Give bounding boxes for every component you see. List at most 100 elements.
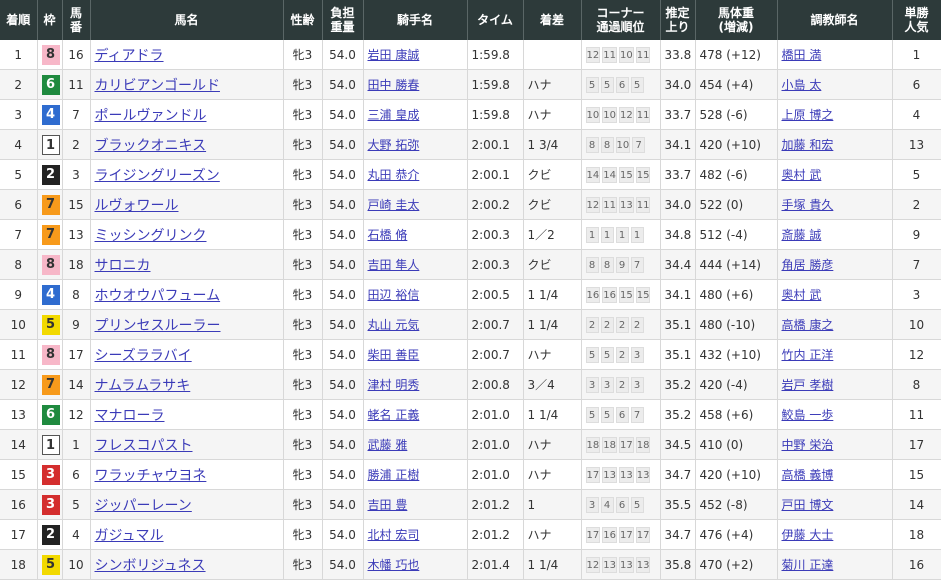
horse-name-link[interactable]: ワラッチャウヨネ [95, 468, 207, 484]
corners-cell: 5565 [581, 69, 661, 100]
time-cell: 2:01.2 [467, 489, 524, 520]
corners-cell: 10 10 12 11 [581, 99, 661, 130]
corner-position: 5 [600, 406, 614, 423]
jockey-name-link[interactable]: 岩田 康誠 [368, 48, 420, 62]
margin-cell: 3／4 [523, 369, 582, 400]
trainer-name-link[interactable]: 奥村 武 [782, 168, 822, 182]
trainer-name-link[interactable]: 斎藤 誠 [782, 228, 822, 242]
corner-position: 10 [585, 106, 601, 123]
last3f-cell: 33.7 [660, 159, 696, 190]
rank-cell: 16 [0, 489, 38, 520]
rank-cell: 12 [0, 369, 38, 400]
trainer-name-link[interactable]: 中野 栄治 [782, 438, 834, 452]
jockey-name-link[interactable]: 吉田 隼人 [368, 258, 420, 272]
jockey-name-link[interactable]: 田辺 裕信 [368, 288, 420, 302]
horse-name-link[interactable]: ルヴォワール [95, 198, 179, 214]
trainer-name-link[interactable]: 戸田 博文 [782, 498, 834, 512]
bodyweight-cell: 444 (+14) [695, 249, 778, 280]
corner-position: 17 [585, 466, 601, 483]
horse-name-link[interactable]: シーズララバイ [95, 348, 192, 364]
corner-position: 2 [630, 316, 644, 333]
jockey-name-link[interactable]: 田中 勝春 [368, 78, 420, 92]
horse-name-link[interactable]: ナムラムラサキ [95, 378, 191, 394]
jockey-name-link[interactable]: 吉田 豊 [368, 498, 408, 512]
jockey-name-link[interactable]: 丸山 元気 [368, 318, 420, 332]
horse-name-link[interactable]: ホウオウパフューム [95, 288, 221, 304]
horse-name-link[interactable]: カリビアンゴールド [95, 78, 220, 94]
trainer-name-link[interactable]: 手塚 貴久 [782, 198, 834, 212]
waku-badge: 7 [41, 194, 60, 215]
trainer-name-link[interactable]: 竹内 正洋 [782, 348, 834, 362]
corner-position: 2 [600, 316, 614, 333]
corner-position: 2 [615, 316, 629, 333]
jockey-name-link[interactable]: 北村 宏司 [368, 528, 420, 542]
horse-name-link[interactable]: フレスコパスト [95, 438, 193, 454]
corner-positions: 17 16 17 17 [585, 526, 653, 543]
umaban-cell: 18 [62, 249, 91, 280]
weight-cell: 54.0 [322, 249, 364, 280]
horse-name-link[interactable]: マナローラ [95, 408, 165, 424]
jockey-name-link[interactable]: 津村 明秀 [368, 378, 420, 392]
trainer-name-link[interactable]: 岩戸 孝樹 [782, 378, 834, 392]
corner-positions: 17 13 13 13 [585, 466, 653, 483]
jockey-name-link[interactable]: 木幡 巧也 [368, 558, 420, 572]
trainer-name-link[interactable]: 菊川 正達 [782, 558, 834, 572]
corners-cell: 12 11 13 11 [581, 189, 661, 220]
popularity-cell: 2 [892, 189, 941, 220]
sexage-cell: 牝3 [283, 129, 323, 160]
jockey-name-link[interactable]: 勝浦 正樹 [368, 468, 420, 482]
rank-cell: 10 [0, 309, 38, 340]
rank-cell: 15 [0, 459, 38, 490]
rank-cell: 2 [0, 69, 38, 100]
horse-name-link[interactable]: ミッシングリンク [95, 228, 207, 244]
horse-name-link[interactable]: ポールヴァンドル [95, 108, 207, 124]
last3f-cell: 35.2 [660, 369, 696, 400]
horse-name-link[interactable]: シンボリジュネス [95, 558, 206, 574]
horse-name-link[interactable]: サロニカ [95, 258, 151, 274]
trainer-cell: 高橋 康之 [777, 309, 893, 340]
horse-name-link[interactable]: プリンセスルーラー [95, 318, 221, 334]
jockey-name-link[interactable]: 丸田 恭介 [368, 168, 420, 182]
corner-position: 13 [618, 556, 634, 573]
corner-position: 1 [630, 226, 644, 243]
jockey-name-link[interactable]: 蛯名 正義 [368, 408, 420, 422]
trainer-name-link[interactable]: 上原 博之 [782, 108, 834, 122]
jockey-name-link[interactable]: 石橋 脩 [368, 228, 408, 242]
corner-positions: 18 18 17 18 [585, 436, 653, 453]
umaban-cell: 10 [62, 549, 91, 580]
bodyweight-cell: 482 (-6) [695, 159, 778, 190]
trainer-name-link[interactable]: 小島 太 [782, 78, 822, 92]
trainer-name-link[interactable]: 角居 勝彦 [782, 258, 834, 272]
trainer-name-link[interactable]: 加藤 和宏 [782, 138, 834, 152]
trainer-name-link[interactable]: 高橋 康之 [782, 318, 834, 332]
last3f-cell: 34.5 [660, 429, 696, 460]
waku-cell: 8 [37, 339, 63, 370]
trainer-name-link[interactable]: 奥村 武 [782, 288, 822, 302]
trainer-name-link[interactable]: 伊藤 大士 [782, 528, 834, 542]
horse-cell: ライジングリーズン [90, 159, 284, 190]
margin-cell: ハナ [523, 69, 582, 100]
trainer-name-link[interactable]: 高橋 義博 [782, 468, 834, 482]
corners-cell: 18 18 17 18 [581, 429, 661, 460]
jockey-cell: 丸山 元気 [363, 309, 468, 340]
horse-cell: ジッパーレーン [90, 489, 284, 520]
corner-position: 12 [618, 106, 634, 123]
jockey-name-link[interactable]: 柴田 善臣 [368, 348, 420, 362]
horse-name-link[interactable]: ライジングリーズン [95, 168, 220, 184]
trainer-name-link[interactable]: 橋田 満 [782, 48, 822, 62]
umaban-cell: 14 [62, 369, 91, 400]
horse-cell: プリンセスルーラー [90, 309, 284, 340]
trainer-name-link[interactable]: 鮫島 一歩 [782, 408, 834, 422]
horse-name-link[interactable]: ガジュマル [95, 528, 164, 544]
jockey-name-link[interactable]: 武藤 雅 [368, 438, 408, 452]
corner-position: 15 [618, 166, 634, 183]
horse-name-link[interactable]: ディアドラ [95, 48, 164, 64]
jockey-name-link[interactable]: 三浦 皇成 [368, 108, 420, 122]
jockey-name-link[interactable]: 大野 拓弥 [368, 138, 420, 152]
jockey-name-link[interactable]: 戸崎 圭太 [368, 198, 420, 212]
horse-name-link[interactable]: ジッパーレーン [95, 498, 192, 514]
horse-name-link[interactable]: ブラックオニキス [95, 138, 207, 154]
corners-cell: 16 16 15 15 [581, 279, 661, 310]
waku-badge: 5 [41, 554, 60, 575]
margin-cell: ハナ [523, 459, 582, 490]
